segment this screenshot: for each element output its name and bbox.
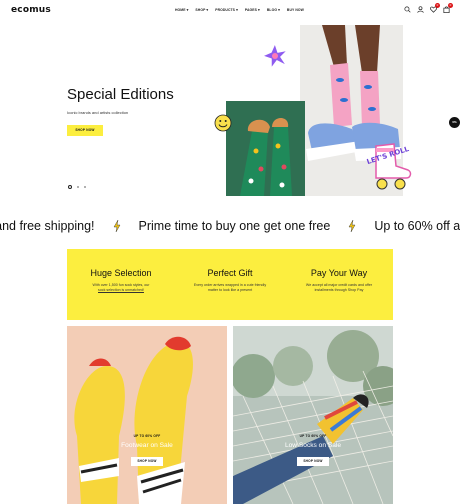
features-band: Huge Selection With over 1,500 fun sock … (67, 249, 393, 320)
slider-dot-1[interactable] (68, 185, 72, 189)
main-nav: HOME ▾ SHOP ▾ PRODUCTS ▾ PAGES ▾ BLOG ▾ … (175, 8, 304, 12)
site-header: ecomus HOME ▾ SHOP ▾ PRODUCTS ▾ PAGES ▾ … (0, 0, 460, 22)
tile-shop-now-button[interactable]: SHOP NOW (131, 457, 163, 466)
slider-pagination (68, 185, 86, 189)
nav-item-pages[interactable]: PAGES ▾ (245, 8, 260, 12)
feature-huge-selection: Huge Selection With over 1,500 fun sock … (67, 268, 175, 293)
lightning-icon (113, 220, 120, 232)
slider-dot-2[interactable] (77, 186, 79, 188)
tile-title: Footwear on Sale (121, 442, 173, 449)
feature-link[interactable]: sock selection is unmatched! (98, 288, 144, 292)
cart-count-badge: 0 (448, 3, 453, 8)
feature-description: Every order arrives wrapped in a cute fr… (193, 283, 267, 293)
tile-discount-tag: UP TO 60% OFF (133, 434, 161, 438)
feature-description: With over 1,500 fun sock styles, our soc… (92, 283, 150, 293)
tile-discount-tag: UP TO 60% OFF (299, 434, 327, 438)
smiley-sticker-icon (214, 114, 232, 132)
tile-shop-now-button[interactable]: SHOP NOW (297, 457, 329, 466)
nav-item-products[interactable]: PRODUCTS ▾ (215, 8, 238, 12)
wishlist-button[interactable]: 0 (430, 3, 440, 13)
nav-item-blog[interactable]: BLOG ▾ (267, 8, 280, 12)
feature-title: Pay Your Way (310, 268, 368, 278)
hero-shop-now-button[interactable]: SHOP NOW (67, 125, 103, 136)
collection-tile-footwear[interactable]: UP TO 60% OFF Footwear on Sale SHOP NOW (67, 326, 227, 504)
nav-item-buy-now[interactable]: BUY NOW (287, 8, 304, 12)
star-sticker-icon (259, 40, 291, 72)
roller-skate-sticker-icon: LET'S ROLL (364, 140, 416, 192)
marquee-item: off and free shipping! (0, 219, 95, 233)
search-icon[interactable] (404, 6, 411, 13)
hero-subtitle: Iconic brands and artists collection (67, 110, 129, 115)
cart-button[interactable]: 0 (443, 3, 453, 13)
feature-pay-your-way: Pay Your Way We accept all major credit … (285, 268, 393, 293)
feature-description: We accept all major credit cards and off… (305, 283, 373, 293)
feature-title: Perfect Gift (207, 268, 253, 278)
hero-photo-green-socks (226, 101, 305, 196)
side-floating-badge[interactable]: 0% (449, 117, 460, 128)
promo-marquee: off and free shipping! Prime time to buy… (0, 218, 460, 238)
lightning-icon (348, 220, 356, 232)
user-icon[interactable] (417, 6, 424, 13)
marquee-item: Prime time to buy one get one free (138, 219, 331, 233)
wishlist-count-badge: 0 (435, 3, 440, 8)
collection-tile-low-socks[interactable]: UP TO 60% OFF Low Socks on Sale SHOP NOW (233, 326, 393, 504)
slider-dot-3[interactable] (84, 186, 86, 188)
nav-item-home[interactable]: HOME ▾ (175, 8, 188, 12)
logo[interactable]: ecomus (11, 5, 51, 15)
feature-title: Huge Selection (90, 268, 152, 278)
nav-item-shop[interactable]: SHOP ▾ (195, 8, 208, 12)
header-icons: 0 0 (404, 3, 453, 13)
hero-title: Special Editions (67, 86, 174, 103)
marquee-item: Up to 60% off and fr (374, 219, 460, 233)
feature-perfect-gift: Perfect Gift Every order arrives wrapped… (176, 268, 284, 293)
tile-title: Low Socks on Sale (284, 442, 342, 449)
